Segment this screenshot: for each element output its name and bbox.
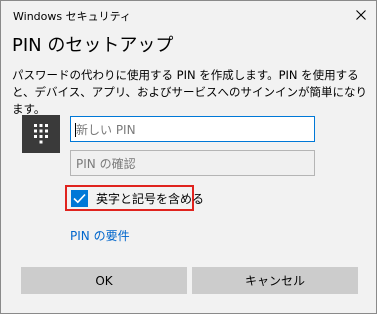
close-icon: [356, 10, 366, 20]
pin-requirements-link[interactable]: PIN の要件: [70, 227, 130, 244]
ok-button[interactable]: OK: [21, 267, 187, 294]
cancel-button[interactable]: キャンセル: [192, 267, 358, 294]
confirm-pin-input[interactable]: PIN の確認: [70, 150, 315, 176]
include-letters-symbols-label: 英字と記号を含める: [96, 191, 205, 206]
new-pin-placeholder: 新しい PIN: [76, 123, 136, 137]
confirm-pin-placeholder: PIN の確認: [76, 157, 136, 171]
dialog-heading: PIN のセットアップ: [12, 35, 174, 56]
pin-setup-dialog: Windows セキュリティ PIN のセットアップ パスワードの代わりに使用す…: [0, 0, 377, 314]
text-cursor: [75, 123, 76, 137]
include-letters-symbols-option[interactable]: 英字と記号を含める: [65, 185, 204, 211]
description-text: パスワードの代わりに使用する PIN を作成します。PIN を使用すると、デバイ…: [12, 68, 368, 116]
checkmark-icon: [73, 193, 86, 203]
app-title: Windows セキュリティ: [13, 10, 131, 23]
close-button[interactable]: [346, 1, 376, 29]
title-bar: Windows セキュリティ: [1, 1, 376, 29]
include-letters-symbols-checkbox[interactable]: [71, 189, 88, 207]
new-pin-input[interactable]: 新しい PIN: [70, 116, 315, 142]
pin-keypad-icon: [22, 115, 60, 153]
